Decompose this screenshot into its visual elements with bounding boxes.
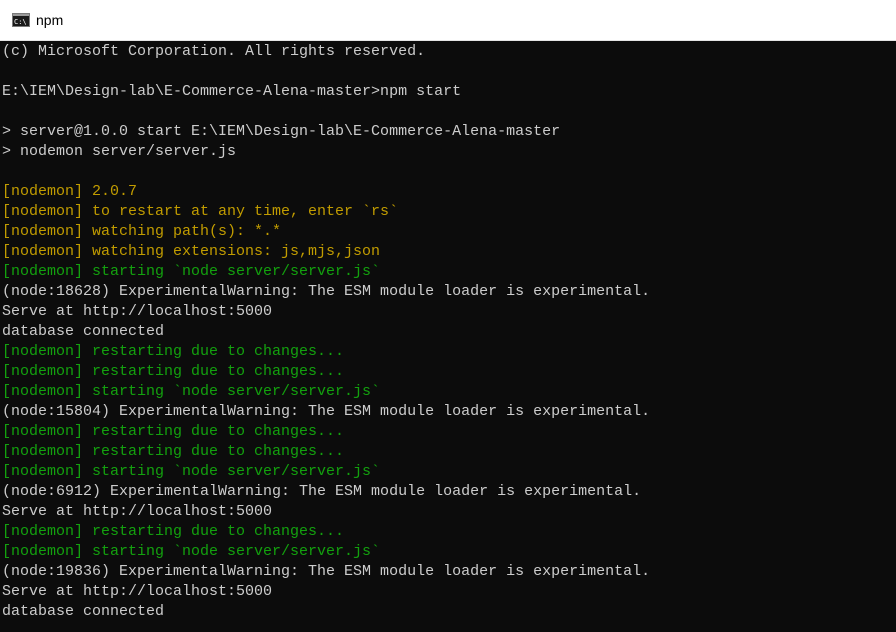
console-line: > server@1.0.0 start E:\IEM\Design-lab\E… bbox=[2, 123, 561, 140]
console-line: [nodemon] to restart at any time, enter … bbox=[2, 203, 399, 220]
console-line: (node:18628) ExperimentalWarning: The ES… bbox=[2, 283, 651, 300]
console-line: (node:19836) ExperimentalWarning: The ES… bbox=[2, 563, 651, 580]
console-line: Serve at http://localhost:5000 bbox=[2, 503, 273, 520]
console-line: database connected bbox=[2, 323, 165, 340]
console-line: E:\IEM\Design-lab\E-Commerce-Alena-maste… bbox=[2, 83, 462, 100]
console-line: [nodemon] starting `node server/server.j… bbox=[2, 543, 381, 560]
console-line: Serve at http://localhost:5000 bbox=[2, 583, 273, 600]
console-line: [nodemon] restarting due to changes... bbox=[2, 523, 345, 540]
console-line: database connected bbox=[2, 603, 165, 620]
title-bar[interactable]: C:\ npm bbox=[0, 0, 896, 41]
console-line: [nodemon] restarting due to changes... bbox=[2, 443, 345, 460]
svg-text:C:\: C:\ bbox=[14, 18, 27, 26]
console-line: [nodemon] watching extensions: js,mjs,js… bbox=[2, 243, 381, 260]
console-line: > nodemon server/server.js bbox=[2, 143, 237, 160]
console-line: [nodemon] restarting due to changes... bbox=[2, 423, 345, 440]
console-line: [nodemon] starting `node server/server.j… bbox=[2, 463, 381, 480]
console-line: Serve at http://localhost:5000 bbox=[2, 303, 273, 320]
console-line: [nodemon] restarting due to changes... bbox=[2, 363, 345, 380]
console-output[interactable]: (c) Microsoft Corporation. All rights re… bbox=[2, 42, 896, 632]
console-line: (node:6912) ExperimentalWarning: The ESM… bbox=[2, 483, 642, 500]
console-line: [nodemon] starting `node server/server.j… bbox=[2, 383, 381, 400]
console-line: (node:15804) ExperimentalWarning: The ES… bbox=[2, 403, 651, 420]
console-line: (c) Microsoft Corporation. All rights re… bbox=[2, 43, 426, 60]
window-title: npm bbox=[36, 12, 64, 28]
console-icon: C:\ bbox=[12, 13, 30, 27]
console-window: C:\ npm (c) Microsoft Corporation. All r… bbox=[0, 0, 896, 632]
console-line: [nodemon] starting `node server/server.j… bbox=[2, 263, 381, 280]
console-line: [nodemon] 2.0.7 bbox=[2, 183, 138, 200]
console-line: [nodemon] restarting due to changes... bbox=[2, 343, 345, 360]
console-line: [nodemon] watching path(s): *.* bbox=[2, 223, 282, 240]
